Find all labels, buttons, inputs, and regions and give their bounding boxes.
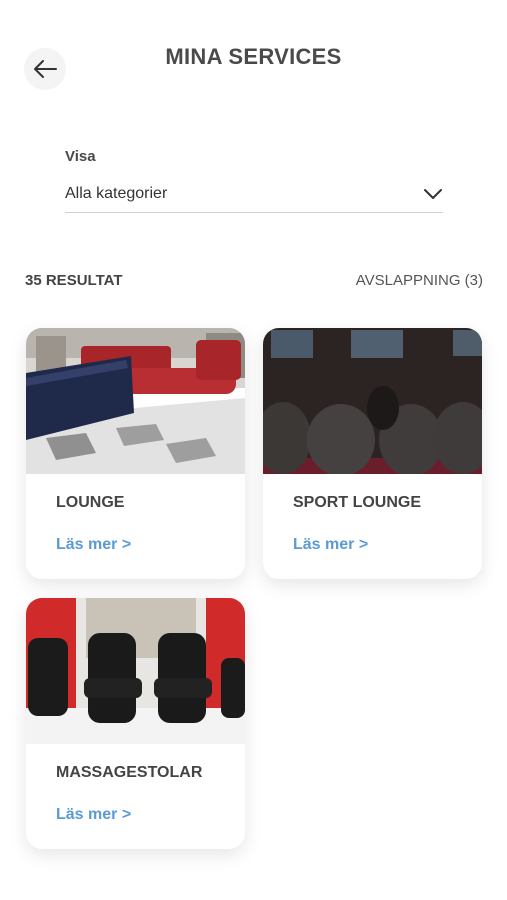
service-card-sport-lounge[interactable]: SPORT LOUNGE Läs mer > xyxy=(263,328,482,579)
filter-label: Visa xyxy=(65,148,96,165)
category-select-value: Alla kategorier xyxy=(65,185,168,202)
chevron-down-icon xyxy=(424,189,442,199)
card-title: SPORT LOUNGE xyxy=(293,494,422,511)
lounge-image xyxy=(26,328,245,474)
sport-lounge-image xyxy=(263,328,482,474)
service-card-lounge[interactable]: LOUNGE Läs mer > xyxy=(26,328,245,579)
results-count: 35 RESULTAT xyxy=(25,272,123,289)
read-more-link[interactable]: Läs mer > xyxy=(293,536,368,554)
category-filter-link[interactable]: AVSLAPPNING (3) xyxy=(356,272,483,289)
massagestolar-image xyxy=(26,598,245,744)
read-more-link[interactable]: Läs mer > xyxy=(56,806,131,824)
read-more-link[interactable]: Läs mer > xyxy=(56,536,131,554)
card-title: MASSAGESTOLAR xyxy=(56,764,203,781)
card-title: LOUNGE xyxy=(56,494,125,511)
page-title: MINA SERVICES xyxy=(165,44,342,69)
service-card-massagestolar[interactable]: MASSAGESTOLAR Läs mer > xyxy=(26,598,245,849)
category-select[interactable]: Alla kategorier xyxy=(65,176,443,213)
